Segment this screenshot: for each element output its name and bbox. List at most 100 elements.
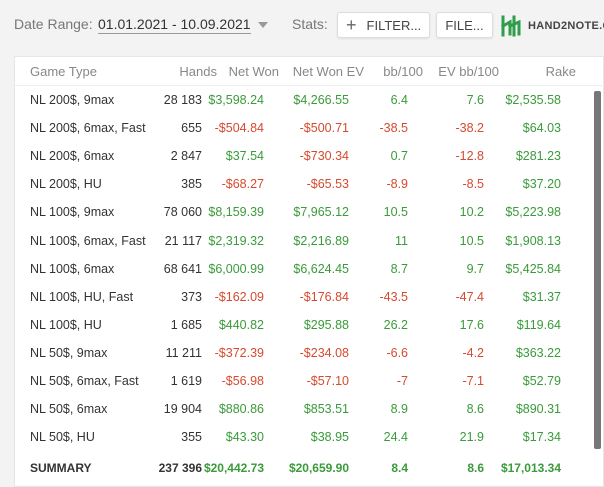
column-header-hands[interactable]: Hands — [179, 64, 217, 79]
cell-game-type: NL 200$, 9max — [30, 93, 115, 107]
cell-ev-bb-per-100: -8.5 — [462, 177, 484, 192]
cell-hands: 373 — [181, 289, 202, 304]
cell-net-won-ev: -$730.34 — [299, 149, 349, 164]
cell-hands: 28 183 — [163, 93, 202, 107]
cell-net-won-ev: $6,624.45 — [293, 261, 349, 276]
cell-net-won-ev: -$65.53 — [306, 177, 349, 192]
cell-net-won: $6,000.99 — [208, 261, 264, 276]
cell-ev-bb-per-100: 7.6 — [466, 93, 484, 107]
cell-ev-bb-per-100: 10.5 — [459, 233, 484, 248]
cell-net-won: -$504.84 — [214, 121, 264, 136]
table-row[interactable]: NL 100$, HU 1 685 $440.82 $295.88 26.2 17.6 $1… — [15, 311, 590, 339]
file-button[interactable]: FILE... — [436, 12, 493, 38]
cell-ev-bb-per-100: -7.1 — [462, 374, 484, 388]
table-row[interactable]: NL 50$, HU 355 $43.30 $38.95 24.4 21.9 $17.34 — [15, 423, 590, 451]
cell-rake: $281.23 — [515, 149, 561, 164]
table-row[interactable]: NL 200$, 6max 2 847 $37.54 -$730.34 0.7 -12.8… — [15, 142, 590, 170]
table-row[interactable]: NL 100$, 6max, Fast 21 117 $2,319.32 $2,216… — [15, 227, 590, 255]
cell-net-won: $440.82 — [218, 317, 264, 332]
cell-net-won-ev: $2,216.89 — [293, 233, 349, 248]
table-row[interactable]: NL 200$, HU 385 -$68.27 -$65.53 -8.9 -8.5 $37.… — [15, 170, 590, 198]
plus-icon: + — [346, 15, 357, 35]
cell-bb-per-100: 11 — [395, 233, 408, 248]
file-button-label: FILE... — [445, 17, 484, 33]
table-row[interactable]: NL 200$, 9max 28 183 $3,598.24 $4,266.55 6.4… — [15, 86, 590, 114]
cell-net-won: -$56.98 — [221, 374, 264, 388]
cell-net-won: $43.30 — [225, 430, 264, 445]
cell-rake: $1,908.13 — [505, 233, 561, 248]
cell-net-won-ev: $38.95 — [310, 430, 349, 445]
table-row[interactable]: NL 50$, 6max 19 904 $880.86 $853.51 8.9 8.6 $8… — [15, 395, 590, 423]
cell-game-type: NL 50$, 6max — [30, 402, 108, 417]
cell-ev-bb-per-100: -12.8 — [455, 149, 485, 164]
cell-rake: $17.34 — [522, 430, 561, 445]
cell-rake: $31.37 — [522, 289, 561, 304]
cell-ev-bb-per-100: 10.2 — [459, 205, 484, 220]
table-header: Game Type Hands Net Won Net Won EV bb/100 EV … — [15, 57, 604, 86]
cell-ev-bb-per-100: 21.9 — [459, 430, 484, 445]
cell-game-type: NL 50$, 6max, Fast — [30, 374, 139, 388]
table-row[interactable]: NL 50$, 6max, Fast 1 619 -$56.98 -$57.10 -7 -… — [15, 367, 590, 395]
cell-hands: 11 211 — [165, 345, 202, 360]
cell-game-type: NL 100$, 6max — [30, 261, 115, 276]
scrollbar[interactable] — [594, 91, 601, 449]
cell-ev-bb-per-100: -38.2 — [455, 121, 485, 136]
table-row[interactable]: NL 50$, 9max 11 211 -$372.39 -$234.08 -6.6 -4… — [15, 339, 590, 367]
table-row[interactable]: NL 200$, 6max, Fast 655 -$504.84 -$500.71 -3… — [15, 114, 590, 142]
cell-net-won: $2,319.32 — [208, 233, 264, 248]
summary-row[interactable]: SUMMARY 237 396 $20,442.73 $20,659.90 8.4 8.6… — [15, 454, 590, 482]
cell-rake: $890.31 — [515, 402, 561, 417]
cell-ev-bb-per-100: 17.6 — [459, 317, 484, 332]
cell-game-type: NL 50$, HU — [30, 430, 95, 445]
cell-net-won-ev: -$500.71 — [299, 121, 349, 136]
cell-net-won: -$372.39 — [214, 345, 264, 360]
cell-bb-per-100: -7 — [396, 374, 408, 388]
cell-game-type: NL 100$, 6max, Fast — [30, 233, 146, 248]
chevron-down-icon[interactable] — [258, 22, 268, 28]
cell-hands: 1 685 — [170, 317, 202, 332]
cell-rake: $5,425.84 — [505, 261, 561, 276]
date-range-label: Date Range: — [14, 16, 93, 32]
cell-rake: $64.03 — [522, 121, 561, 136]
cell-net-won-ev: -$57.10 — [306, 374, 349, 388]
cell-rake: $2,535.58 — [505, 93, 561, 107]
cell-game-type: NL 200$, 6max — [30, 149, 115, 164]
cell-hands: 78 060 — [163, 205, 202, 220]
cell-game-type: NL 100$, HU, Fast — [30, 289, 134, 304]
cell-ev-bb-per-100: 8.6 — [466, 402, 484, 417]
filter-button-label: FILTER... — [366, 17, 422, 33]
table-row[interactable]: NL 100$, HU, Fast 373 -$162.09 -$176.84 -43.… — [15, 283, 590, 311]
cell-bb-per-100: -38.5 — [379, 121, 409, 136]
column-header-bb-per-100[interactable]: bb/100 — [383, 64, 423, 79]
cell-game-type: NL 50$, 9max — [30, 345, 108, 360]
cell-hands: 1 619 — [170, 374, 202, 388]
cell-bb-per-100: 0.7 — [390, 149, 408, 164]
cell-bb-per-100: 24.4 — [383, 430, 408, 445]
cell-hands: 655 — [181, 121, 202, 136]
cell-net-won: $37.54 — [225, 149, 264, 164]
cell-net-won-ev: $853.51 — [303, 402, 349, 417]
column-header-net-won-ev[interactable]: Net Won EV — [293, 64, 364, 79]
cell-hands: 21 117 — [164, 233, 202, 248]
column-header-rake[interactable]: Rake — [546, 64, 576, 79]
cell-hands: 2 847 — [170, 149, 202, 164]
cell-bb-per-100: 10.5 — [383, 205, 408, 220]
column-header-game-type[interactable]: Game Type — [30, 64, 97, 79]
table-row[interactable]: NL 100$, 6max 68 641 $6,000.99 $6,624.45 8.7… — [15, 255, 590, 283]
date-range-select[interactable]: 01.01.2021 - 10.09.2021 — [98, 16, 251, 34]
cell-net-won: $20,442.73 — [203, 461, 264, 475]
column-header-net-won[interactable]: Net Won — [229, 64, 279, 79]
filter-button[interactable]: + FILTER... — [337, 12, 430, 38]
cell-bb-per-100: 6.4 — [390, 93, 408, 107]
cell-net-won: -$68.27 — [221, 177, 264, 192]
column-header-ev-bb-per-100[interactable]: EV bb/100 — [438, 64, 499, 79]
table-row[interactable]: NL 100$, 9max 78 060 $8,159.39 $7,965.12 10.… — [15, 198, 590, 226]
cell-bb-per-100: 26.2 — [383, 317, 408, 332]
cell-net-won-ev: $295.88 — [303, 317, 349, 332]
stats-label: Stats: — [292, 16, 328, 32]
cell-rake: $17,013.34 — [500, 461, 561, 475]
cell-bb-per-100: -6.6 — [386, 345, 408, 360]
cell-net-won-ev: -$234.08 — [299, 345, 349, 360]
cell-net-won: $3,598.24 — [208, 93, 264, 107]
cell-net-won-ev: -$176.84 — [299, 289, 349, 304]
